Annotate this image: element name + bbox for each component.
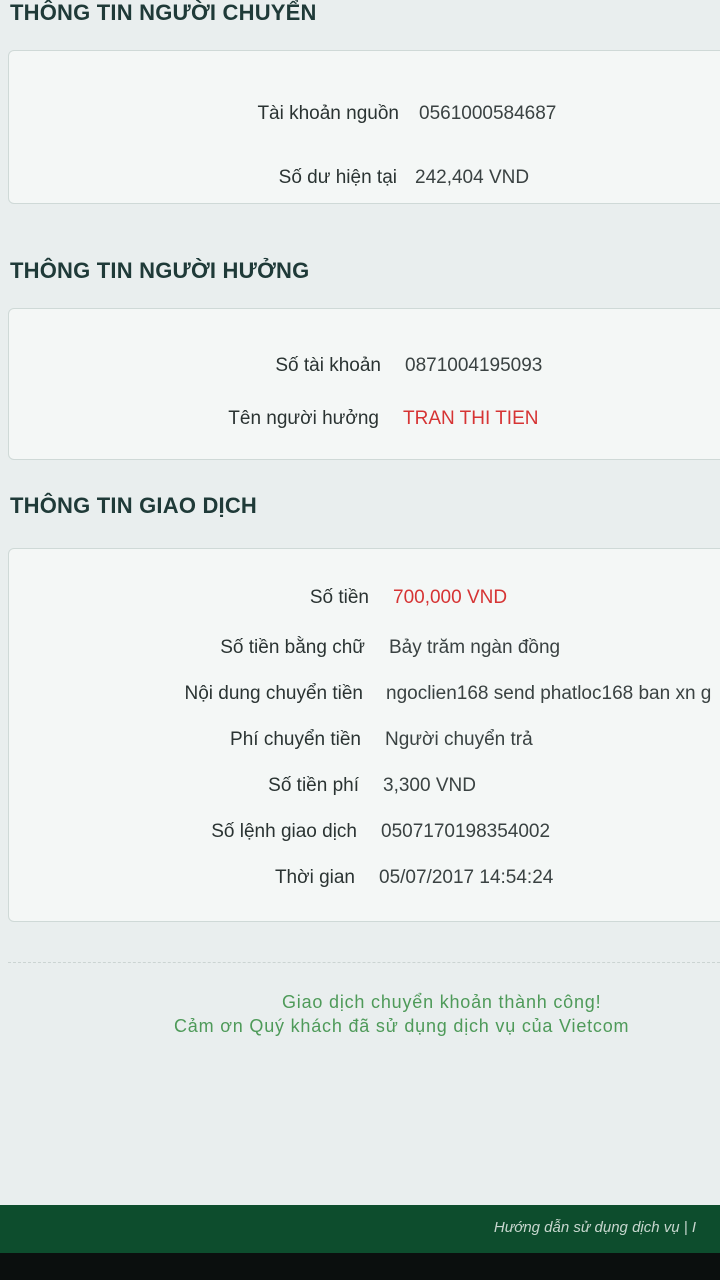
fee-amount-label: Số tiền phí — [268, 775, 359, 796]
sender-row-source-account: Tài khoản nguồn 0561000584687 — [9, 103, 720, 133]
balance-label: Số dư hiện tại — [278, 167, 397, 188]
transaction-row-fee: Số tiền phí 3,300 VND — [9, 775, 720, 805]
sender-section-title: THÔNG TIN NGƯỜI CHUYỂN — [10, 0, 317, 25]
transfer-content-value: ngoclien168 send phatloc168 ban xn g — [386, 683, 712, 704]
amount-value: 700,000 VND — [393, 587, 508, 608]
beneficiary-row-name: Tên người hưởng TRAN THI TIEN — [9, 408, 720, 438]
footer-bar: Hướng dẫn sử dụng dịch vụ | I — [0, 1205, 720, 1253]
time-label: Thời gian — [274, 867, 355, 888]
amount-words-label: Số tiền bằng chữ — [220, 637, 365, 658]
success-message: Giao dịch chuyển khoản thành công! — [282, 992, 602, 1012]
source-account-label: Tài khoản nguồn — [257, 103, 399, 124]
transfer-receipt-page: THÔNG TIN NGƯỜI CHUYỂN Tài khoản nguồn 0… — [0, 0, 720, 1280]
order-id-value: 0507170198354002 — [381, 821, 551, 842]
beneficiary-row-account: Số tài khoản 0871004195093 — [9, 355, 720, 385]
transaction-section-title: THÔNG TIN GIAO DỊCH — [10, 493, 258, 518]
transfer-content-label: Nội dung chuyển tiền — [184, 683, 363, 704]
thank-you-message: Cảm ơn Quý khách đã sử dụng dịch vụ của … — [174, 1016, 630, 1036]
beneficiary-account-value: 0871004195093 — [405, 355, 543, 376]
help-link[interactable]: Hướng dẫn sử dụng dịch vụ | I — [494, 1219, 696, 1236]
transaction-row-content: Nội dung chuyển tiền ngoclien168 send ph… — [9, 683, 720, 713]
sender-panel: Tài khoản nguồn 0561000584687 Số dư hiện… — [8, 50, 720, 204]
fee-amount-value: 3,300 VND — [383, 775, 476, 796]
source-account-value: 0561000584687 — [419, 103, 557, 124]
transaction-row-amount: Số tiền 700,000 VND — [9, 587, 720, 617]
divider — [8, 962, 720, 963]
beneficiary-account-label: Số tài khoản — [275, 355, 381, 376]
sender-row-balance: Số dư hiện tại 242,404 VND — [9, 167, 720, 197]
time-value: 05/07/2017 14:54:24 — [379, 867, 554, 888]
transaction-row-order-id: Số lệnh giao dịch 0507170198354002 — [9, 821, 720, 851]
amount-label: Số tiền — [309, 587, 369, 608]
beneficiary-name-value: TRAN THI TIEN — [403, 408, 539, 429]
transaction-panel: Số tiền 700,000 VND Số tiền bằng chữ Bảy… — [8, 548, 720, 922]
beneficiary-section-title: THÔNG TIN NGƯỜI HƯỞNG — [10, 258, 310, 283]
transaction-row-time: Thời gian 05/07/2017 14:54:24 — [9, 867, 720, 897]
order-id-label: Số lệnh giao dịch — [211, 821, 357, 842]
beneficiary-panel: Số tài khoản 0871004195093 Tên người hưở… — [8, 308, 720, 460]
amount-words-value: Bảy trăm ngàn đồng — [389, 637, 561, 658]
fee-payer-label: Phí chuyển tiền — [230, 729, 361, 750]
screen-bezel — [0, 1253, 720, 1280]
fee-payer-value: Người chuyển trả — [385, 729, 533, 750]
transaction-row-amount-words: Số tiền bằng chữ Bảy trăm ngàn đồng — [9, 637, 720, 667]
beneficiary-name-label: Tên người hưởng — [228, 408, 379, 429]
balance-value: 242,404 VND — [415, 167, 530, 188]
transaction-row-fee-payer: Phí chuyển tiền Người chuyển trả — [9, 729, 720, 759]
